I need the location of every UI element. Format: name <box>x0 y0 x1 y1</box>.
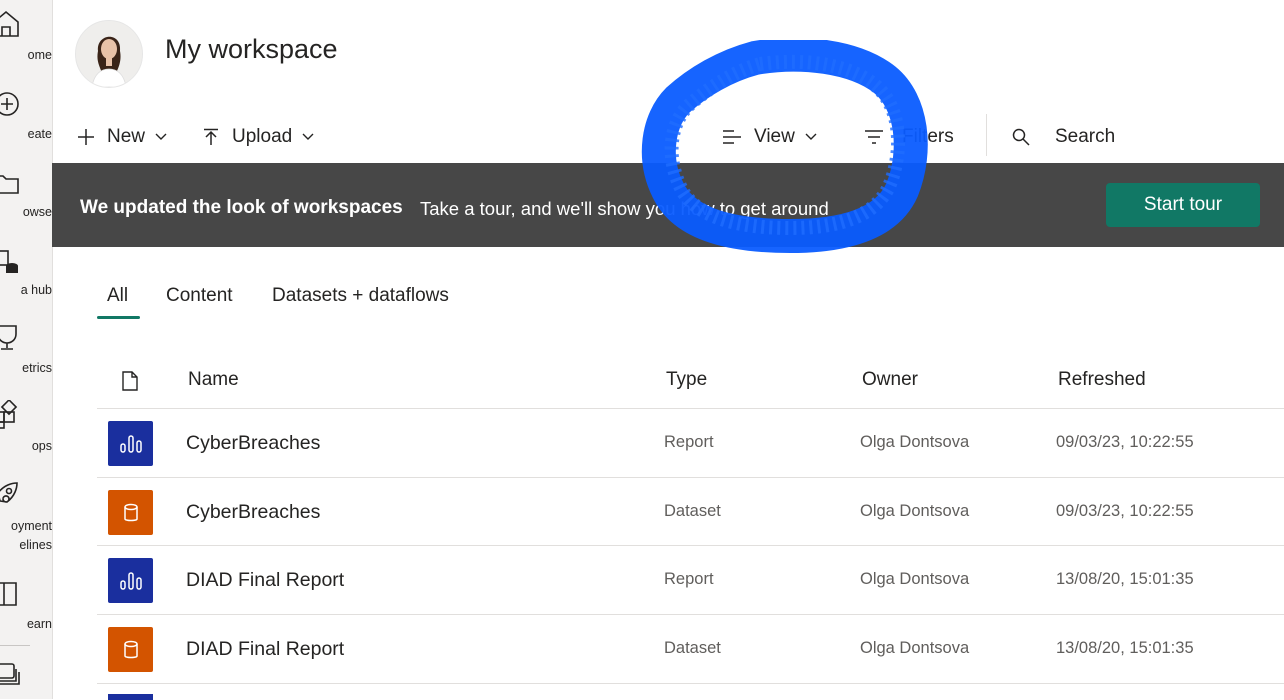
banner-title: We updated the look of workspaces <box>80 197 403 218</box>
filters-button[interactable]: Filters <box>864 122 964 152</box>
rocket-icon <box>0 482 18 503</box>
create-plus-icon <box>0 92 19 116</box>
item-refreshed: 13/08/20, 15:01:35 <box>1056 570 1194 588</box>
item-owner: Olga Dontsova <box>860 639 970 657</box>
nav-label-create: eate <box>27 127 52 141</box>
page-title: My workspace <box>165 34 338 64</box>
item-type: Report <box>664 433 714 451</box>
view-button[interactable]: View <box>722 122 817 152</box>
nav-divider <box>0 645 30 646</box>
chevron-down-icon <box>302 133 314 140</box>
nav-item-data-hub[interactable]: a hub <box>0 246 52 306</box>
nav-label-home: ome <box>27 48 52 62</box>
item-owner: Olga Dontsova <box>860 433 970 451</box>
item-name[interactable]: DIAD Final Report <box>186 569 344 592</box>
nav-item-deployment-pipelines[interactable]: oyment elines <box>0 479 52 559</box>
file-type-icon <box>122 371 138 391</box>
nav-label-learn: earn <box>26 617 52 631</box>
upload-button[interactable]: Upload <box>202 122 314 152</box>
folder-icon <box>0 175 19 194</box>
column-header-owner[interactable]: Owner <box>862 369 918 391</box>
left-navigation: ome eate owse a hub etrics ops oyment el… <box>0 0 53 699</box>
nav-label-metrics: etrics <box>22 361 52 375</box>
workspace-avatar <box>75 20 143 88</box>
item-name[interactable]: CyberBreaches <box>186 432 320 455</box>
item-refreshed: 09/03/23, 10:22:55 <box>1056 433 1194 451</box>
nav-label-data-hub: a hub <box>20 283 52 297</box>
view-list-icon <box>723 130 741 144</box>
search-icon <box>1012 128 1030 146</box>
toolbar-divider <box>986 114 987 156</box>
row-divider <box>97 683 1284 684</box>
workspaces-icon <box>0 663 20 685</box>
dataset-icon <box>108 490 153 535</box>
nav-item-home[interactable]: ome <box>0 8 52 68</box>
item-refreshed: 09/03/23, 10:22:55 <box>1056 502 1194 520</box>
item-name[interactable]: DIAD Final Report <box>186 638 344 661</box>
data-hub-icon <box>0 250 18 273</box>
avatar-photo <box>76 21 142 87</box>
item-name[interactable]: CyberBreaches <box>186 501 320 524</box>
report-icon <box>108 558 153 603</box>
item-owner: Olga Dontsova <box>860 502 970 520</box>
nav-item-browse[interactable]: owse <box>0 168 52 228</box>
new-button-label: New <box>107 126 146 147</box>
upload-icon <box>204 128 218 145</box>
book-icon <box>0 582 17 606</box>
dataset-icon <box>108 627 153 672</box>
filter-icon <box>865 130 883 144</box>
nav-item-apps[interactable]: ops <box>0 400 52 460</box>
table-row[interactable]: DIAD Final Report Report Olga Dontsova 1… <box>97 546 1284 614</box>
nav-label-apps: ops <box>31 439 52 453</box>
nav-item-workspaces[interactable] <box>0 660 52 699</box>
new-button[interactable]: New <box>77 122 167 152</box>
tab-datasets-dataflows[interactable]: Datasets + dataflows <box>272 285 449 307</box>
chevron-down-icon <box>155 133 167 140</box>
nav-label-pipelines: elines <box>19 538 52 552</box>
tab-all-underline <box>97 316 140 319</box>
trophy-icon <box>0 325 17 350</box>
item-type: Dataset <box>664 639 721 657</box>
home-icon <box>0 10 19 37</box>
report-icon <box>108 421 153 466</box>
banner-text: Take a tour, and we'll show you how to g… <box>420 198 829 219</box>
view-button-label: View <box>754 126 795 147</box>
item-refreshed: 13/08/20, 15:01:35 <box>1056 639 1194 657</box>
table-row[interactable]: CyberBreaches Dataset Olga Dontsova 09/0… <box>97 478 1284 546</box>
filters-button-label: Filters <box>902 126 954 147</box>
nav-item-create[interactable]: eate <box>0 89 52 149</box>
report-icon <box>108 694 153 700</box>
apps-icon <box>0 400 18 429</box>
nav-item-metrics[interactable]: etrics <box>0 322 52 382</box>
nav-label-browse: owse <box>22 205 52 219</box>
item-type: Dataset <box>664 502 721 520</box>
tab-content[interactable]: Content <box>166 285 233 307</box>
upload-button-label: Upload <box>232 126 293 147</box>
item-type: Report <box>664 570 714 588</box>
search-box[interactable]: Search <box>1012 122 1125 152</box>
column-header-type[interactable]: Type <box>666 369 707 391</box>
table-row[interactable]: CyberBreaches Report Olga Dontsova 09/03… <box>97 409 1284 477</box>
tab-all[interactable]: All <box>107 285 128 307</box>
search-label: Search <box>1055 126 1116 147</box>
workspace-update-banner: We updated the look of workspaces Take a… <box>52 163 1284 247</box>
column-header-refreshed[interactable]: Refreshed <box>1058 369 1146 391</box>
chevron-down-icon <box>805 133 817 140</box>
start-tour-button[interactable]: Start tour <box>1106 183 1260 227</box>
nav-label-deployment: oyment <box>11 519 52 533</box>
plus-icon <box>78 129 94 145</box>
table-row[interactable]: DIAD Final Report Dataset Olga Dontsova … <box>97 615 1284 683</box>
column-header-name[interactable]: Name <box>188 369 239 391</box>
item-owner: Olga Dontsova <box>860 570 970 588</box>
nav-item-learn[interactable]: earn <box>0 578 52 638</box>
